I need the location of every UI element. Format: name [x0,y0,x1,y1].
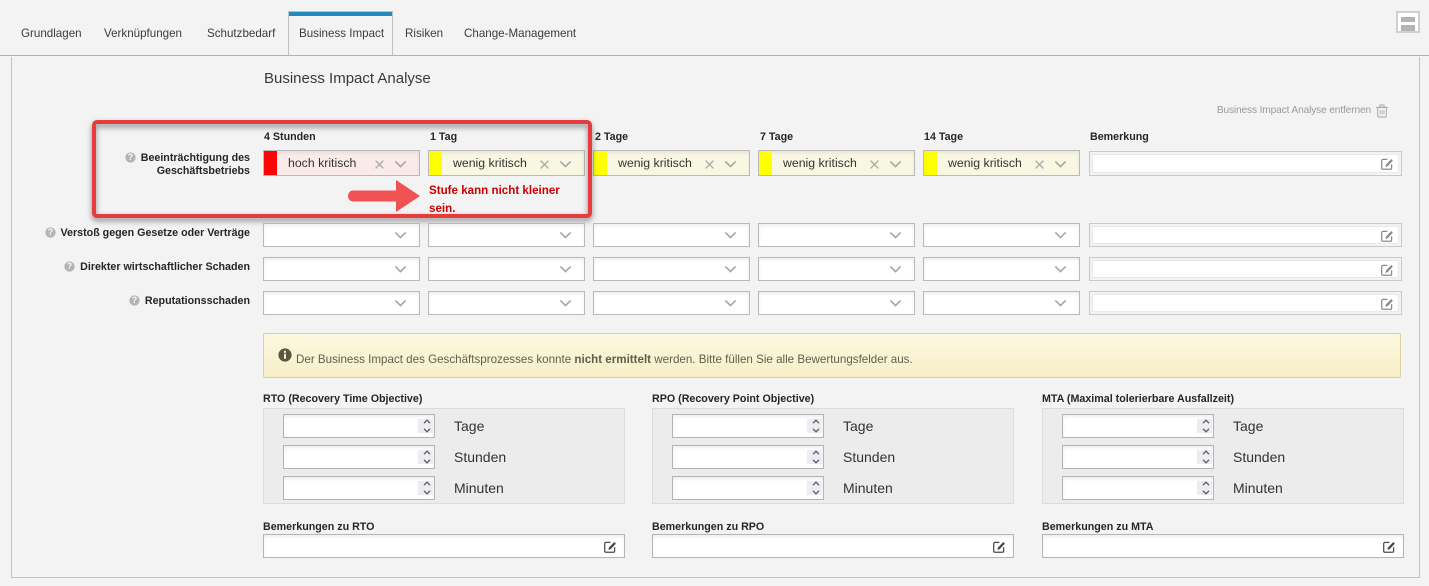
svg-text:?: ? [67,261,72,271]
svg-text:?: ? [47,227,52,237]
svg-text:?: ? [132,295,137,305]
